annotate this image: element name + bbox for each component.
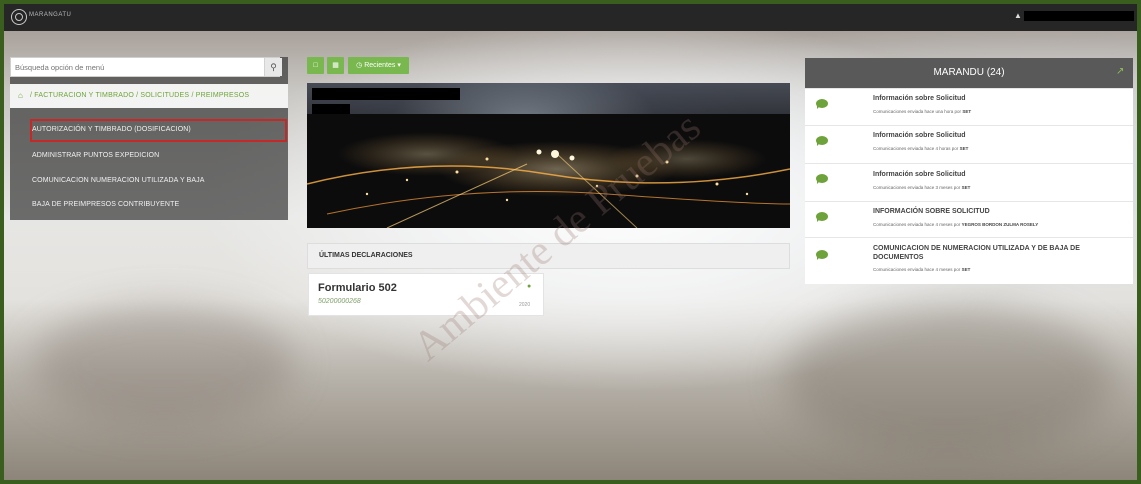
new-document-button[interactable]: □ xyxy=(307,57,324,74)
user-name-redacted[interactable] xyxy=(1024,11,1134,21)
redacted-text xyxy=(312,104,350,114)
search-input[interactable] xyxy=(15,61,255,73)
background-blur xyxy=(34,304,294,424)
comment-icon xyxy=(816,174,828,184)
calculator-button[interactable]: ▦ xyxy=(327,57,344,74)
breadcrumb-text[interactable]: / FACTURACION Y TIMBRADO / SOLICITUDES /… xyxy=(30,92,249,99)
notification-title[interactable]: Información sobre Solicitud xyxy=(873,171,966,178)
declarations-title: ÚLTIMAS DECLARACIONES xyxy=(319,252,413,259)
menu-item-comunicacion-numeracion[interactable]: COMUNICACION NUMERACION UTILIZADA Y BAJA xyxy=(32,174,205,188)
notification-meta: Comunicaciones enviada hace 3 meses por … xyxy=(873,185,971,190)
caret-down-icon: ▾ xyxy=(397,62,401,69)
recent-label: Recientes xyxy=(364,62,396,69)
comment-icon xyxy=(816,136,828,146)
breadcrumb: ⌂ / FACTURACION Y TIMBRADO / SOLICITUDES… xyxy=(10,84,288,108)
recent-dropdown[interactable]: ◷ Recientes ▾ xyxy=(348,57,409,74)
calculator-icon: ▦ xyxy=(332,62,339,69)
form-name: Formulario 502 xyxy=(318,282,397,294)
menu-item-puntos-expedicion[interactable]: ADMINISTRAR PUNTOS EXPEDICION xyxy=(32,149,159,163)
notification-item[interactable]: Información sobre Solicitud Comunicacion… xyxy=(805,88,1133,123)
logo-text: MARANGATU xyxy=(29,12,72,18)
comment-icon xyxy=(816,212,828,222)
notification-item[interactable]: COMUNICACION DE NUMERACION UTILIZADA Y D… xyxy=(805,237,1133,284)
hero-image xyxy=(307,83,790,228)
notification-item[interactable]: Información sobre Solicitud Comunicacion… xyxy=(805,125,1133,161)
notification-meta: Comunicaciones enviada hace 4 meses por … xyxy=(873,222,1039,227)
notification-title[interactable]: COMUNICACION DE NUMERACION UTILIZADA Y D… xyxy=(873,244,1113,262)
notification-meta: Comunicaciones enviada hace 4 meses por … xyxy=(873,267,971,272)
file-icon: □ xyxy=(313,62,318,69)
app-frame: MARANGATU ▲ ⚲ ⌂ / FACTURACION Y TIMBRADO… xyxy=(0,0,1141,484)
marandu-title: MARANDU (24) xyxy=(933,67,1005,78)
search-button[interactable]: ⚲ xyxy=(264,58,282,76)
search-icon: ⚲ xyxy=(270,62,277,72)
menu-item-autorizacion[interactable]: AUTORIZACIÓN Y TIMBRADO (DOSIFICACION) xyxy=(32,123,191,137)
comment-icon xyxy=(816,99,828,109)
marandu-header: MARANDU (24) ↗ xyxy=(805,58,1133,88)
notification-meta: Comunicaciones enviada hace una hora por… xyxy=(873,109,972,114)
notification-title[interactable]: Información sobre Solicitud xyxy=(873,132,966,139)
clock-icon: ◷ xyxy=(356,62,363,69)
form-number: 50200000268 xyxy=(318,298,361,305)
notification-item[interactable]: INFORMACIÓN SOBRE SOLICITUD Comunicacion… xyxy=(805,201,1133,237)
menu-item-baja-preimpresos[interactable]: BAJA DE PREIMPRESOS CONTRIBUYENTE xyxy=(32,198,179,212)
notification-title[interactable]: Información sobre Solicitud xyxy=(873,95,966,102)
form-year: 2020 xyxy=(519,302,531,308)
comment-icon xyxy=(816,250,828,260)
top-bar: MARANGATU ▲ xyxy=(4,4,1137,31)
background-blur xyxy=(784,304,1114,454)
notification-item[interactable]: Información sobre Solicitud Comunicacion… xyxy=(805,163,1133,201)
external-link-icon[interactable]: ↗ xyxy=(1116,66,1124,77)
menu-search: ⚲ xyxy=(10,57,282,77)
notification-meta: Comunicaciones enviada hace 4 horas por … xyxy=(873,146,969,151)
redacted-text xyxy=(312,88,460,100)
city-lights-image xyxy=(307,114,790,228)
logo-icon[interactable] xyxy=(11,9,27,25)
notification-title[interactable]: INFORMACIÓN SOBRE SOLICITUD xyxy=(873,208,990,215)
home-icon[interactable]: ⌂ xyxy=(18,84,23,108)
user-icon[interactable]: ▲ xyxy=(1014,12,1022,20)
